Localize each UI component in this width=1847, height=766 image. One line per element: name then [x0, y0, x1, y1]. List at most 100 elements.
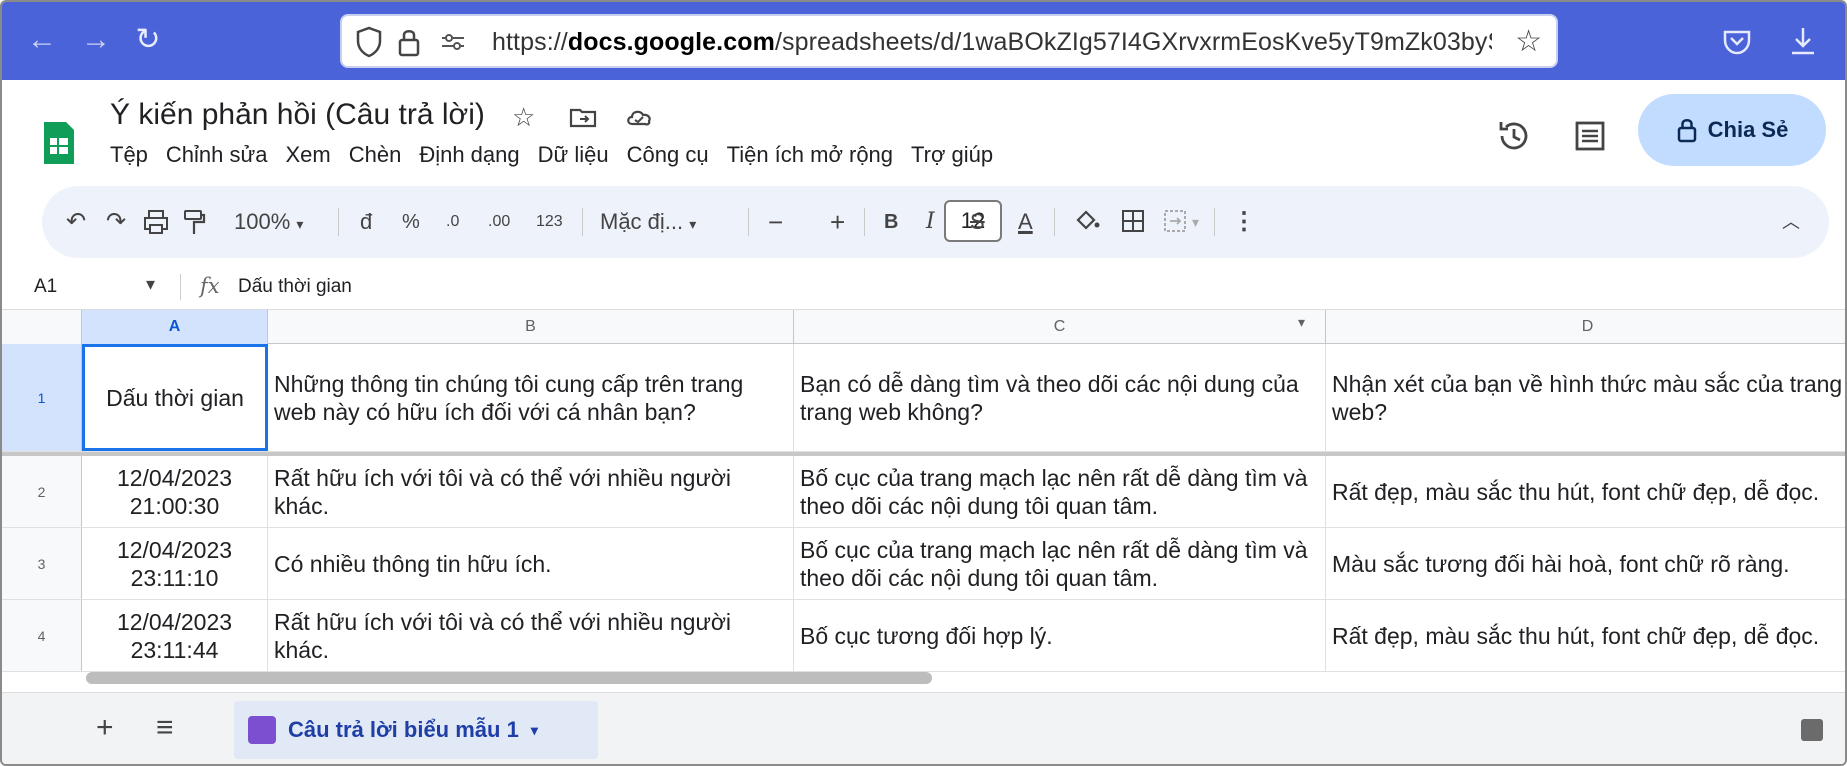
cell-c1[interactable]: Bạn có dễ dàng tìm và theo dõi các nội d… — [794, 344, 1326, 451]
version-history-icon[interactable] — [1494, 116, 1534, 156]
shield-icon[interactable] — [354, 25, 384, 59]
cell-b1[interactable]: Những thông tin chúng tôi cung cấp trên … — [268, 344, 794, 451]
strikethrough-button[interactable]: S — [970, 206, 985, 238]
cell-a1[interactable]: Dấu thời gian — [82, 344, 268, 451]
print-icon[interactable] — [142, 208, 170, 236]
percent-format[interactable]: % — [402, 206, 420, 238]
cell-c4[interactable]: Bố cục tương đối hợp lý. — [794, 600, 1326, 671]
cell-c3[interactable]: Bố cục của trang mạch lạc nên rất dễ dàn… — [794, 528, 1326, 599]
column-header-c[interactable]: C — [794, 310, 1326, 344]
decrease-decimal[interactable]: .0 — [446, 206, 459, 238]
window-frame: ← → ↻ https://docs.google.com/spreadshee… — [0, 0, 1847, 766]
star-icon[interactable]: ☆ — [512, 102, 542, 132]
borders-icon[interactable] — [1120, 208, 1146, 234]
row-header[interactable]: 2 — [2, 456, 82, 527]
menu-extensions[interactable]: Tiện ích mở rộng — [727, 142, 893, 168]
move-folder-icon[interactable] — [568, 102, 598, 132]
bookmark-star-icon[interactable]: ☆ — [1515, 24, 1542, 59]
address-bar[interactable]: https://docs.google.com/spreadsheets/d/1… — [340, 14, 1558, 68]
menu-data[interactable]: Dữ liệu — [538, 142, 609, 168]
undo-icon[interactable]: ↶ — [66, 206, 86, 238]
formula-bar: A1 ▾ fx Dấu thời gian — [2, 266, 1845, 310]
cloud-status-icon[interactable] — [624, 102, 654, 132]
merge-cells-icon[interactable] — [1162, 208, 1188, 234]
more-options-icon[interactable]: ⋮ — [1232, 206, 1256, 238]
cell-d4[interactable]: Rất đẹp, màu sắc thu hút, font chữ đẹp, … — [1326, 600, 1845, 671]
select-all-corner[interactable] — [2, 310, 82, 344]
url-text[interactable]: https://docs.google.com/spreadsheets/d/1… — [492, 28, 1492, 57]
row-header[interactable]: 3 — [2, 528, 82, 599]
permissions-icon[interactable] — [438, 25, 468, 59]
bold-button[interactable]: B — [884, 206, 898, 238]
formatting-toolbar: ↶ ↷ 100% ▾ đ % .0 .00 123 Mặc đị... ▾ − … — [42, 186, 1829, 258]
sheet-tab-dropdown-icon[interactable]: ▾ — [531, 722, 538, 739]
currency-format[interactable]: đ — [360, 206, 372, 238]
paint-format-icon[interactable] — [182, 208, 206, 236]
number-format[interactable]: 123 — [536, 206, 563, 238]
increase-decimal[interactable]: .00 — [488, 206, 510, 238]
redo-icon[interactable]: ↷ — [106, 206, 126, 238]
font-value: Mặc đị... — [600, 209, 684, 234]
menu-tools[interactable]: Công cụ — [627, 142, 709, 168]
filter-dropdown-icon[interactable]: ▾ — [1298, 314, 1305, 331]
browser-toolbar: ← → ↻ https://docs.google.com/spreadshee… — [2, 2, 1845, 80]
pocket-icon[interactable] — [1720, 24, 1754, 58]
table-row: 4 12/04/2023 23:11:44 Rất hữu ích với tô… — [2, 600, 1845, 672]
menu-help[interactable]: Trợ giúp — [911, 142, 993, 168]
menu-view[interactable]: Xem — [285, 142, 330, 168]
document-title[interactable]: Ý kiến phản hồi (Câu trả lời) — [110, 98, 485, 132]
row-header[interactable]: 4 — [2, 600, 82, 671]
cell-d3[interactable]: Màu sắc tương đối hài hoà, font chữ rõ r… — [1326, 528, 1845, 599]
cell-d2[interactable]: Rất đẹp, màu sắc thu hút, font chữ đẹp, … — [1326, 456, 1845, 527]
share-button[interactable]: Chia Sẻ — [1638, 94, 1826, 166]
download-icon[interactable] — [1786, 24, 1820, 58]
name-box[interactable]: A1 — [34, 276, 57, 298]
all-sheets-button[interactable]: ≡ — [156, 711, 174, 745]
cell-c2[interactable]: Bố cục của trang mạch lạc nên rất dễ dàn… — [794, 456, 1326, 527]
menu-insert[interactable]: Chèn — [349, 142, 402, 168]
cell-b2[interactable]: Rất hữu ích với tôi và có thể với nhiều … — [268, 456, 794, 527]
cell-d1[interactable]: Nhận xét của bạn về hình thức màu sắc củ… — [1326, 344, 1845, 451]
explore-icon[interactable] — [1801, 719, 1823, 741]
comments-icon[interactable] — [1570, 116, 1610, 156]
menu-file[interactable]: Tệp — [110, 142, 148, 168]
text-color-button[interactable]: A — [1018, 206, 1033, 238]
reload-button[interactable]: ↻ — [130, 22, 166, 58]
italic-button[interactable]: I — [926, 206, 935, 238]
zoom-select[interactable]: 100% ▾ — [234, 206, 303, 240]
fx-icon: fx — [200, 274, 220, 298]
back-button[interactable]: ← — [24, 22, 60, 58]
zoom-value: 100% — [234, 209, 291, 234]
forward-button[interactable]: → — [78, 22, 114, 58]
lock-icon[interactable] — [394, 25, 424, 59]
sheets-logo-icon[interactable] — [42, 120, 76, 166]
menu-edit[interactable]: Chỉnh sửa — [166, 142, 268, 168]
column-header-a[interactable]: A — [82, 310, 268, 344]
table-row: 1 Dấu thời gian Những thông tin chúng tô… — [2, 344, 1845, 452]
menu-format[interactable]: Định dạng — [419, 142, 519, 168]
column-header-b[interactable]: B — [268, 310, 794, 344]
fill-color-icon[interactable] — [1072, 206, 1102, 236]
cell-a4[interactable]: 12/04/2023 23:11:44 — [82, 600, 268, 671]
increase-font-size[interactable]: + — [830, 206, 845, 238]
cell-a2[interactable]: 12/04/2023 21:00:30 — [82, 456, 268, 527]
cell-b3[interactable]: Có nhiều thông tin hữu ích. — [268, 528, 794, 599]
merge-dropdown-icon[interactable]: ▾ — [1192, 206, 1199, 238]
column-header-d[interactable]: D — [1326, 310, 1845, 344]
add-sheet-button[interactable]: + — [96, 711, 114, 745]
form-responses-icon — [248, 716, 276, 744]
collapse-toolbar-icon[interactable]: ︿ — [1782, 206, 1800, 238]
horizontal-scrollbar[interactable] — [86, 672, 932, 684]
row-header[interactable]: 1 — [2, 344, 82, 451]
sheet-tab-active[interactable]: Câu trả lời biểu mẫu 1 ▾ — [234, 701, 598, 759]
table-row: 2 12/04/2023 21:00:30 Rất hữu ích với tô… — [2, 456, 1845, 528]
decrease-font-size[interactable]: − — [768, 206, 783, 238]
sheet-tabs-bar: + ≡ Câu trả lời biểu mẫu 1 ▾ — [2, 692, 1845, 764]
name-box-dropdown-icon[interactable]: ▾ — [146, 274, 155, 295]
share-label: Chia Sẻ — [1707, 117, 1789, 142]
cell-b4[interactable]: Rất hữu ích với tôi và có thể với nhiều … — [268, 600, 794, 671]
formula-input[interactable]: Dấu thời gian — [238, 276, 352, 298]
font-select[interactable]: Mặc đị... ▾ — [600, 206, 696, 240]
table-row: 3 12/04/2023 23:11:10 Có nhiều thông tin… — [2, 528, 1845, 600]
cell-a3[interactable]: 12/04/2023 23:11:10 — [82, 528, 268, 599]
